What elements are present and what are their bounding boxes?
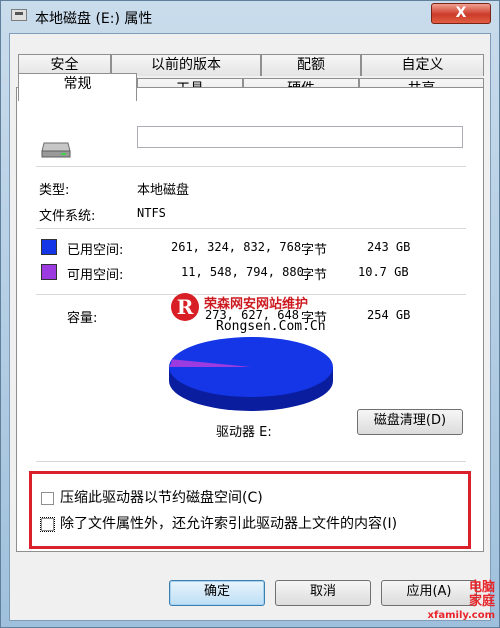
file-system-value: NTFS [137,206,166,220]
drive-title-icon [11,9,27,21]
capacity-size: 254 GB [367,308,411,322]
disk-usage-pie [169,337,333,411]
divider-1 [36,166,466,167]
window-title: 本地磁盘 (E:) 属性 [35,11,153,27]
watermark-line-1: 荣森网安网站维护 [204,297,309,312]
free-space-swatch [41,264,57,280]
used-space-bytes: 261, 324, 832, 768 [171,240,302,254]
tab-quota[interactable]: 配额 [261,54,361,76]
type-label: 类型: [39,183,70,198]
cancel-button[interactable]: 取消 [275,580,371,606]
divider-4 [36,461,466,462]
used-space-unit: 字节 [301,243,328,258]
free-space-bytes: 11, 548, 794, 880 [181,265,304,279]
tab-general[interactable]: 常规 [18,73,137,101]
drive-name-input[interactable] [137,126,463,148]
free-space-unit: 字节 [301,268,328,283]
corner-watermark-1: 电脑 [468,580,495,595]
free-space-label: 可用空间: [67,268,124,283]
divider-2 [36,228,466,229]
corner-watermark-3: xfamily.com [427,610,495,621]
disk-cleanup-button[interactable]: 磁盘清理(D) [357,409,463,435]
corner-watermark-2: 家庭 [468,594,495,609]
type-value: 本地磁盘 [137,183,190,198]
hard-drive-icon [41,142,71,158]
used-space-swatch [41,239,57,255]
properties-window: 本地磁盘 (E:) 属性 X 安全 以前的版本 配额 自定义 工具 硬件 共享 … [0,0,500,628]
file-system-label: 文件系统: [39,209,96,224]
highlight-box [29,471,471,549]
capacity-label: 容量: [67,311,98,326]
used-space-size: 243 GB [367,240,411,254]
close-button[interactable]: X [431,3,491,24]
watermark-logo: R [171,293,199,321]
title-bar[interactable]: 本地磁盘 (E:) 属性 X [1,1,499,31]
drive-letter-label: 驱动器 E: [216,425,272,440]
corner-watermark: 电脑 家庭 xfamily.com [428,581,495,623]
free-space-size: 10.7 GB [358,265,409,279]
tab-customize[interactable]: 自定义 [361,54,484,76]
used-space-label: 已用空间: [67,243,124,258]
ok-button[interactable]: 确定 [169,580,265,606]
